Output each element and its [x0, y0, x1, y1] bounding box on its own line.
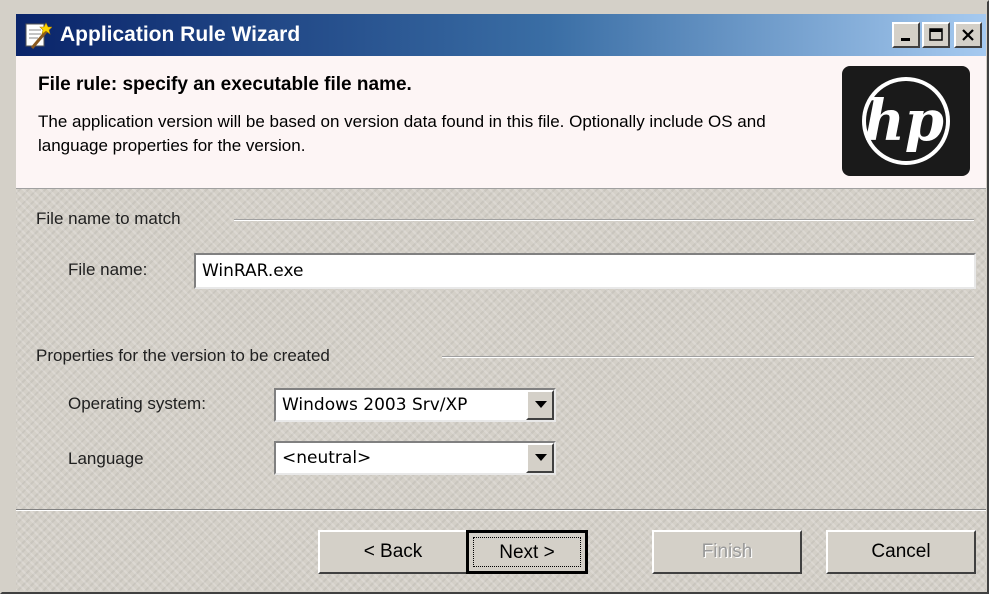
file-name-input[interactable]: WinRAR.exe [194, 253, 976, 289]
close-button[interactable] [954, 22, 982, 48]
finish-button: Finish [652, 530, 802, 574]
language-value: <neutral> [282, 448, 372, 468]
operating-system-dropdown-button[interactable] [526, 390, 554, 420]
file-name-label: File name: [68, 260, 148, 279]
language-dropdown-button[interactable] [526, 443, 554, 473]
properties-group-label: Properties for the version to be created [36, 346, 330, 365]
operating-system-select[interactable]: Windows 2003 Srv/XP [274, 388, 556, 422]
file-group-divider [234, 219, 974, 221]
header-description: The application version will be based on… [38, 112, 766, 155]
header-title: File rule: specify an executable file na… [38, 74, 412, 95]
button-separator [16, 509, 986, 511]
hp-logo: hp [842, 66, 970, 176]
wizard-wand-icon [22, 20, 53, 50]
close-icon [962, 29, 974, 41]
minimize-icon [901, 38, 910, 41]
back-button[interactable]: < Back [318, 530, 468, 574]
language-select[interactable]: <neutral> [274, 441, 556, 475]
language-label: Language [68, 449, 144, 468]
cancel-button[interactable]: Cancel [826, 530, 976, 574]
maximize-button[interactable] [922, 22, 950, 48]
operating-system-value: Windows 2003 Srv/XP [282, 395, 468, 415]
wizard-window: Application Rule Wizard File rule: speci… [0, 0, 989, 594]
focus-rectangle [473, 537, 581, 567]
chevron-down-icon [535, 454, 547, 461]
maximize-icon [929, 28, 943, 41]
window-title: Application Rule Wizard [60, 23, 301, 46]
wizard-header: File rule: specify an executable file na… [16, 56, 986, 189]
title-bar[interactable]: Application Rule Wizard [16, 14, 986, 56]
operating-system-label: Operating system: [68, 394, 206, 413]
minimize-button[interactable] [892, 22, 920, 48]
properties-group-divider [442, 356, 974, 358]
wizard-body: File name to match File name: WinRAR.exe… [16, 189, 986, 591]
hp-logo-text: hp [864, 88, 944, 154]
chevron-down-icon [535, 401, 547, 408]
file-group-label: File name to match [36, 209, 181, 228]
next-button[interactable]: Next > [466, 530, 588, 574]
